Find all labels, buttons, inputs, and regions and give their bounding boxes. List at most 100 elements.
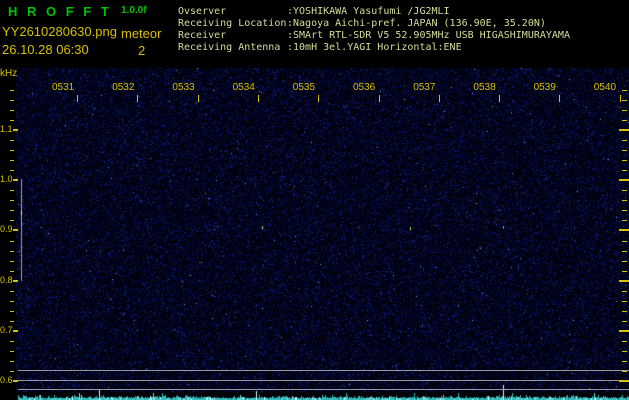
station-row-label: Ovserver <box>178 6 227 17</box>
freq-minor-tick-left <box>10 150 14 151</box>
freq-minor-tick-left <box>10 251 14 252</box>
station-row-value: :10mH 3el.YAGI Horizontal:ENE <box>287 42 462 53</box>
time-minute-tick <box>499 95 500 102</box>
freq-minor-tick-left <box>10 301 14 302</box>
freq-axis-label: 1.1 <box>0 124 13 134</box>
freq-major-tick-right <box>619 229 629 231</box>
freq-axis-label: 0.6 <box>0 375 13 385</box>
freq-minor-tick-right <box>622 341 627 342</box>
freq-axis-label: 1.0 <box>0 174 13 184</box>
time-minute-tick <box>379 95 380 102</box>
freq-minor-tick-right <box>622 120 627 121</box>
freq-minor-tick-left <box>10 241 14 242</box>
freq-minor-tick-right <box>622 311 627 312</box>
freq-major-tick-left <box>13 129 18 131</box>
time-minute-tick <box>559 95 560 102</box>
carrier-band-line-center <box>18 380 629 381</box>
freq-minor-tick-right <box>622 351 627 352</box>
time-minute-tick <box>439 95 440 102</box>
freq-major-tick-left <box>13 229 18 231</box>
freq-minor-tick-left <box>10 271 14 272</box>
time-minute-tick <box>318 95 319 102</box>
freq-minor-tick-right <box>622 321 627 322</box>
freq-minor-tick-right <box>622 110 627 111</box>
hrofft-window: H R O F F T 1.0.0f YY2610280630.png mete… <box>0 0 629 400</box>
app-version: 1.0.0f <box>121 5 147 16</box>
station-info: Ovserver:YOSHIKAWA Yasufumi /JG2MLI Recei… <box>178 6 570 54</box>
freq-minor-tick-right <box>622 241 627 242</box>
freq-major-tick-right <box>619 380 629 382</box>
time-axis-label: 0534 <box>232 82 255 93</box>
time-minute-tick <box>258 95 259 102</box>
freq-minor-tick-left <box>10 200 14 201</box>
freq-minor-tick-left <box>10 90 14 91</box>
station-row: Receiving Antenna :10mH 3el.YAGI Horizont… <box>178 42 570 54</box>
freq-minor-tick-left <box>10 371 14 372</box>
freq-minor-tick-right <box>622 200 627 201</box>
freq-minor-tick-right <box>622 361 627 362</box>
time-minute-tick <box>77 95 78 102</box>
freq-minor-tick-left <box>10 190 14 191</box>
freq-minor-tick-left <box>10 210 14 211</box>
freq-major-tick-right <box>619 129 629 131</box>
freq-major-tick-left <box>13 380 18 382</box>
freq-minor-tick-right <box>622 160 627 161</box>
app-title: H R O F F T <box>8 4 112 19</box>
carrier-band-line-lower <box>18 389 629 390</box>
station-row: Ovserver :YOSHIKAWA Yasufumi /JG2MLI <box>178 6 570 18</box>
freq-minor-tick-right <box>622 261 627 262</box>
freq-minor-tick-right <box>622 301 627 302</box>
freq-minor-tick-left <box>10 100 14 101</box>
freq-axis-label: 0.9 <box>0 224 13 234</box>
freq-minor-tick-left <box>10 311 14 312</box>
station-row-value: :SMArt RTL-SDR V5 52.905MHz USB HIGASHIM… <box>287 30 570 41</box>
freq-minor-tick-left <box>10 351 14 352</box>
freq-major-tick-right <box>619 179 629 181</box>
freq-minor-tick-left <box>10 361 14 362</box>
station-row: Receiving Location:Nagoya Aichi-pref. JA… <box>178 18 570 30</box>
freq-axis-label: 0.8 <box>0 275 13 285</box>
station-row-label: Receiving Location <box>178 18 287 29</box>
freq-minor-tick-right <box>622 190 627 191</box>
time-minute-tick <box>198 95 199 102</box>
output-filename: YY2610280630.png <box>2 24 117 39</box>
freq-major-tick-right <box>619 280 629 282</box>
freq-minor-tick-right <box>622 90 627 91</box>
station-row-value: :YOSHIKAWA Yasufumi /JG2MLI <box>287 6 450 17</box>
station-row-label: Receiving Antenna <box>178 42 281 53</box>
station-row: Receiver:SMArt RTL-SDR V5 52.905MHz USB … <box>178 30 570 42</box>
freq-minor-tick-left <box>10 170 14 171</box>
time-axis-label: 0538 <box>473 82 496 93</box>
freq-minor-tick-right <box>622 170 627 171</box>
freq-minor-tick-left <box>10 291 14 292</box>
freq-axis-label: 0.7 <box>0 325 13 335</box>
freq-minor-tick-right <box>622 210 627 211</box>
freq-minor-tick-right <box>622 251 627 252</box>
freq-minor-tick-left <box>10 220 14 221</box>
time-axis-label: 0537 <box>413 82 436 93</box>
time-axis-label: 0531 <box>52 82 75 93</box>
freq-minor-tick-left <box>10 341 14 342</box>
freq-minor-tick-right <box>622 100 627 101</box>
freq-minor-tick-left <box>10 321 14 322</box>
observation-datetime: 26.10.28 06:30 <box>2 42 89 57</box>
freq-axis-unit: kHz <box>0 68 18 79</box>
spectrogram-canvas <box>16 68 629 400</box>
time-axis-label: 0532 <box>112 82 135 93</box>
freq-minor-tick-left <box>10 140 14 141</box>
freq-major-tick-right <box>619 330 629 332</box>
freq-minor-tick-left <box>10 110 14 111</box>
station-row-value: :Nagoya Aichi-pref. JAPAN (136.90E, 35.2… <box>287 18 546 29</box>
freq-major-tick-left <box>13 179 18 181</box>
freq-minor-tick-left <box>10 120 14 121</box>
time-axis-label: 0539 <box>533 82 556 93</box>
freq-minor-tick-left <box>10 160 14 161</box>
time-minute-tick <box>137 95 138 102</box>
time-minute-tick <box>620 95 621 102</box>
freq-minor-tick-right <box>622 291 627 292</box>
freq-minor-tick-right <box>622 220 627 221</box>
time-axis-label: 0535 <box>292 82 316 93</box>
mode-label: meteor <box>121 26 162 41</box>
time-axis-label: 0533 <box>172 82 195 93</box>
freq-minor-tick-right <box>622 371 627 372</box>
